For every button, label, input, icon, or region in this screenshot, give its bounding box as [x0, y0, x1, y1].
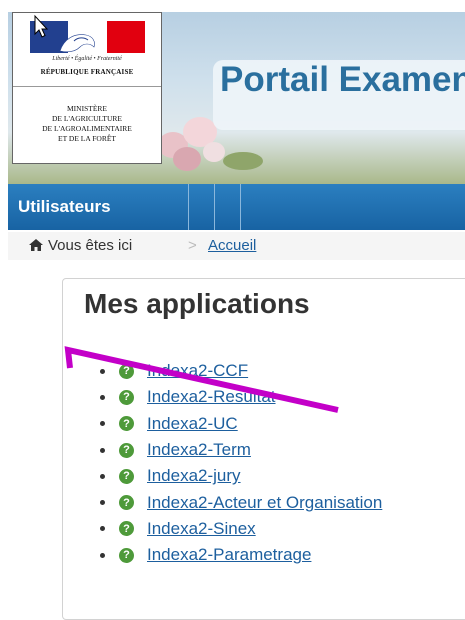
help-icon[interactable]: ? [119, 416, 134, 432]
logo-divider [13, 86, 161, 87]
bullet [100, 421, 105, 427]
nav-divider [240, 184, 241, 230]
ministry-line: DE L'AGROALIMENTAIRE [42, 124, 132, 133]
bullet [100, 368, 105, 374]
ministry-logo: Liberté • Égalité • Fraternité RÉPUBLIQU… [12, 12, 162, 164]
help-icon[interactable]: ? [119, 547, 134, 563]
blossom-decoration [203, 142, 225, 162]
marianne-flag-logo [30, 21, 145, 53]
app-link-sinex[interactable]: Indexa2-Sinex [147, 519, 256, 539]
ministry-line: ET DE LA FORÊT [58, 134, 116, 143]
ministry-line: DE L'AGRICULTURE [51, 114, 123, 123]
nav-divider [188, 184, 189, 230]
leaf-decoration [223, 152, 263, 170]
ministry-name: MINISTÈRE DE L'AGRICULTURE DE L'AGROALIM… [13, 104, 161, 144]
app-link-ccf[interactable]: Indexa2-CCF [147, 361, 248, 381]
list-item: ? Indexa2-jury [100, 463, 382, 489]
help-icon[interactable]: ? [119, 521, 134, 537]
breadcrumb: Vous êtes ici > Accueil [8, 232, 465, 260]
portal-title: Portail Examen [220, 60, 465, 99]
republic-motto: Liberté • Égalité • Fraternité [52, 56, 122, 62]
bullet [100, 394, 105, 400]
bullet [100, 526, 105, 532]
help-icon[interactable]: ? [119, 495, 134, 511]
breadcrumb-accueil-link[interactable]: Accueil [208, 237, 256, 254]
app-link-uc[interactable]: Indexa2-UC [147, 414, 238, 434]
ministry-line: MINISTÈRE [67, 104, 107, 113]
help-icon[interactable]: ? [119, 363, 134, 379]
help-icon[interactable]: ? [119, 442, 134, 458]
help-icon[interactable]: ? [119, 389, 134, 405]
breadcrumb-prefix: Vous êtes ici [48, 237, 133, 254]
nav-item-utilisateurs[interactable]: Utilisateurs [18, 197, 111, 217]
nav-divider [214, 184, 215, 230]
list-item: ? Indexa2-CCF [100, 358, 382, 384]
list-item: ? Indexa2-Sinex [100, 516, 382, 542]
applications-list: ? Indexa2-CCF ? Indexa2-Resultat ? Index… [100, 358, 382, 568]
breadcrumb-separator: > [188, 237, 197, 254]
list-item: ? Indexa2-Term [100, 437, 382, 463]
list-item: ? Indexa2-Resultat [100, 384, 382, 410]
list-item: ? Indexa2-Acteur et Organisation [100, 489, 382, 515]
list-item: ? Indexa2-Parametrage [100, 542, 382, 568]
bullet [100, 500, 105, 506]
help-icon[interactable]: ? [119, 468, 134, 484]
app-link-parametrage[interactable]: Indexa2-Parametrage [147, 545, 311, 565]
app-link-term[interactable]: Indexa2-Term [147, 440, 251, 460]
bullet [100, 552, 105, 558]
bullet [100, 473, 105, 479]
republic-name: RÉPUBLIQUE FRANÇAISE [40, 68, 134, 76]
panel-title: Mes applications [84, 288, 310, 319]
app-link-jury[interactable]: Indexa2-jury [147, 466, 241, 486]
list-item: ? Indexa2-UC [100, 411, 382, 437]
bullet [100, 447, 105, 453]
main-navbar: Utilisateurs [8, 184, 465, 230]
app-link-acteur-organisation[interactable]: Indexa2-Acteur et Organisation [147, 493, 382, 513]
blossom-decoration [173, 147, 201, 171]
app-link-resultat[interactable]: Indexa2-Resultat [147, 387, 276, 407]
home-icon [29, 239, 43, 251]
